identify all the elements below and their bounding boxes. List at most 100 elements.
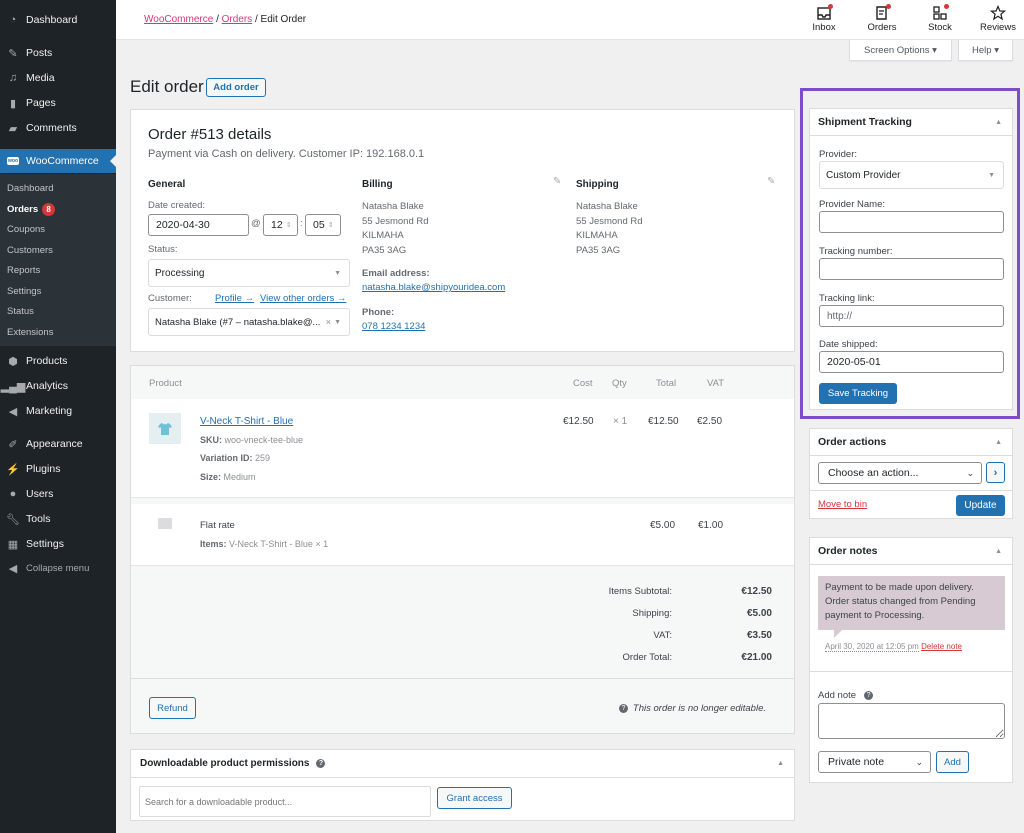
woocommerce-header: WooCommerce / Orders / Edit Order Inbox … [116,0,1024,40]
breadcrumb-orders[interactable]: Orders [222,14,253,25]
menu-posts[interactable]: ✎ Posts [0,41,116,65]
meta-label: SKU: [200,435,222,445]
submenu-customers[interactable]: Customers [7,245,53,256]
box-title: Order actions [818,436,887,448]
provider-select[interactable]: Custom Provider ▼ [819,161,1004,189]
spinner-icon[interactable]: ⇕ [328,221,334,229]
help-button[interactable]: Help ▾ [958,40,1013,61]
billing-phone-link[interactable]: 078 1234 1234 [362,321,425,332]
chevron-down-icon: ▼ [988,171,995,179]
customer-select[interactable]: Natasha Blake (#7 – natasha.blake@... × ▼ [148,308,350,336]
meta-value: 259 [255,453,271,463]
menu-pages[interactable]: ▮ Pages [0,91,116,115]
menu-woocommerce[interactable]: woo WooCommerce [0,149,116,173]
menu-plugins[interactable]: ⚡ Plugins [0,457,116,481]
submenu-settings[interactable]: Settings [7,286,41,297]
order-payment-info: Payment via Cash on delivery. Customer I… [148,148,425,160]
provider-label: Provider: [819,149,858,160]
edit-billing-pencil-icon[interactable]: ✎ [553,176,561,187]
menu-users[interactable]: ● Users [0,482,116,506]
order-action-select[interactable]: Choose an action... ⌄ [818,462,982,484]
collapse-toggle-icon[interactable]: ▲ [777,760,784,767]
apply-action-button[interactable]: › [986,462,1005,483]
help-icon[interactable]: ? [316,759,326,768]
menu-marketing[interactable]: ◀ Marketing [0,399,116,423]
save-tracking-button[interactable]: Save Tracking [819,383,897,404]
subtotal-label: Items Subtotal: [608,586,672,597]
orders-icon [874,4,891,21]
shipment-tracking-header[interactable]: Shipment Tracking ▲ [810,109,1012,136]
add-order-button[interactable]: Add order [206,78,266,97]
order-total-value: €21.00 [741,652,772,663]
collapse-toggle-icon[interactable]: ▲ [995,439,1002,446]
downloadable-product-search[interactable] [139,786,431,817]
product-variation-id: Variation ID: 259 [200,453,270,463]
pin-icon: ✎ [8,47,18,60]
submenu-dashboard[interactable]: Dashboard [7,183,53,194]
hour-input[interactable]: 12 ⇕ [263,214,298,236]
clear-customer-icon[interactable]: × [326,317,331,327]
billing-email-link[interactable]: natasha.blake@shipyouridea.com [362,282,505,293]
menu-tools[interactable]: 🔧︎ Tools [0,507,116,531]
divider [810,490,1012,491]
date-created-input[interactable]: 2020-04-30 [148,214,249,236]
order-actions-header[interactable]: Order actions ▲ [810,429,1012,456]
activity-stock[interactable]: Stock [918,4,962,33]
submenu-reports[interactable]: Reports [7,265,40,276]
customer-profile-link[interactable]: Profile → [215,293,254,304]
date-shipped-input[interactable]: 2020-05-01 [819,351,1004,373]
collapse-toggle-icon[interactable]: ▲ [995,548,1002,555]
product-name-link[interactable]: V-Neck T-Shirt - Blue [200,416,293,427]
settings-icon: ▦ [7,538,19,551]
downloads-header[interactable]: Downloadable product permissions ? ▲ [131,750,794,778]
activity-orders[interactable]: Orders [860,4,904,33]
action-value: Choose an action... [828,467,919,479]
submenu-coupons[interactable]: Coupons [7,224,45,235]
wrench-icon: 🔧︎ [6,513,20,526]
menu-label: Pages [26,97,56,109]
add-note-button[interactable]: Add [936,751,969,773]
submenu-status[interactable]: Status [7,306,34,317]
breadcrumb-woocommerce[interactable]: WooCommerce [144,14,213,25]
submenu-extensions[interactable]: Extensions [7,327,53,338]
menu-dashboard[interactable]: ◔ Dashboard [0,8,116,32]
menu-appearance[interactable]: ✐ Appearance [0,432,116,456]
submenu-orders[interactable]: Orders 8 [7,203,56,216]
add-note-textarea[interactable] [818,703,1005,739]
move-to-bin-link[interactable]: Move to bin [818,499,867,510]
menu-settings[interactable]: ▦ Settings [0,532,116,556]
edit-shipping-pencil-icon[interactable]: ✎ [767,176,775,187]
collapse-menu-button[interactable]: ◀ Collapse menu [0,556,116,580]
menu-label: Media [26,72,55,84]
spinner-icon[interactable]: ⇕ [286,221,292,229]
note-type-select[interactable]: Private note ⌄ [818,751,931,773]
provider-name-input[interactable] [819,211,1004,233]
menu-comments[interactable]: ▰ Comments [0,116,116,140]
comment-icon: ▰ [8,122,18,135]
update-button[interactable]: Update [956,495,1005,516]
status-select[interactable]: Processing ▼ [148,259,350,287]
shipping-total-label: Shipping: [632,608,672,619]
divider [810,671,1012,672]
meta-value: woo-vneck-tee-blue [224,435,304,445]
grant-access-button[interactable]: Grant access [437,787,512,809]
tracking-link-input[interactable]: http:// [819,305,1004,327]
menu-products[interactable]: ⬢ Products [0,349,116,373]
activity-inbox[interactable]: Inbox [802,4,846,33]
activity-reviews[interactable]: Reviews [976,4,1020,33]
view-other-orders-link[interactable]: View other orders → [260,293,346,304]
help-icon[interactable]: ? [864,691,874,700]
shipping-heading: Shipping [576,179,619,190]
menu-media[interactable]: ♫ Media [0,66,116,90]
tracking-number-input[interactable] [819,258,1004,280]
minute-input[interactable]: 05 ⇕ [305,214,341,236]
screen-options-button[interactable]: Screen Options ▾ [849,40,952,61]
order-notes-header[interactable]: Order notes ▲ [810,538,1012,565]
refund-button[interactable]: Refund [149,697,196,719]
delete-note-link[interactable]: Delete note [921,642,962,651]
email-label: Email address: [362,268,430,279]
activity-label: Inbox [812,22,836,33]
collapse-toggle-icon[interactable]: ▲ [995,119,1002,126]
menu-analytics[interactable]: ▂▄▆ Analytics [0,374,116,398]
note-type-value: Private note [828,756,885,768]
